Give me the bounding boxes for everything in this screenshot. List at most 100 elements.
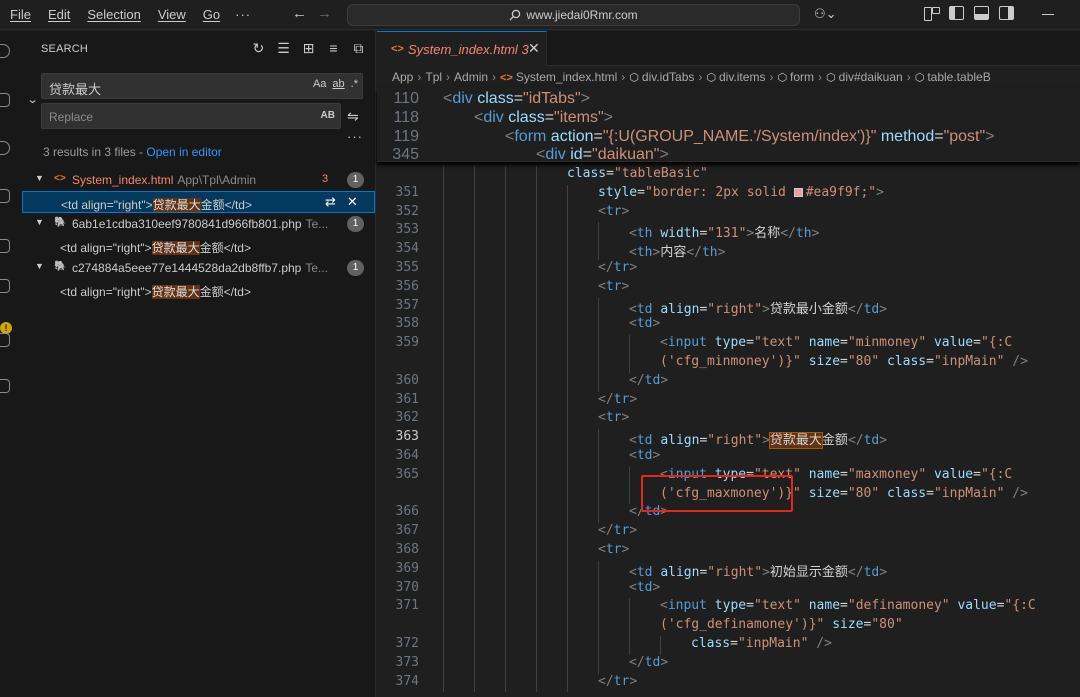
copilot-icon[interactable]: ⚇⌄ <box>814 6 837 22</box>
code-line[interactable]: 119 <form action="{:U(GROUP_NAME.'/System… <box>377 128 1080 147</box>
menu-selection[interactable]: Selection <box>87 7 140 22</box>
code-text: <input type="text" name="definamoney" va… <box>660 598 1036 614</box>
result-match-row[interactable]: <td align="right">贷款最大金额</td> <box>22 235 375 257</box>
run-debug-icon[interactable] <box>0 189 10 203</box>
remote-explorer-icon[interactable] <box>0 239 10 253</box>
code-line[interactable]: 362 <tr> <box>377 410 1080 430</box>
code-line[interactable]: 352 <tr> <box>377 203 1080 223</box>
clear-results-icon[interactable]: ☰ <box>276 40 291 57</box>
code-line[interactable]: class="tableBasic" <box>377 166 1080 185</box>
breadcrumb-item[interactable]: App <box>392 70 413 84</box>
toggle-replace-icon[interactable]: ⌄ <box>27 93 39 106</box>
line-number: 365 <box>395 466 419 482</box>
code-line[interactable]: 372 class="inpMain" /> <box>377 636 1080 655</box>
menu-go[interactable]: Go <box>203 7 220 22</box>
open-in-editor-link[interactable]: Open in editor <box>146 145 221 159</box>
collapse-all-icon[interactable]: ⧉ <box>351 40 366 57</box>
refresh-icon[interactable]: ↻ <box>251 40 266 57</box>
forward-arrow-icon[interactable]: → <box>317 5 332 22</box>
code-line[interactable]: 359 <input type="text" name="minmoney" va… <box>377 335 1080 354</box>
sticky-scroll[interactable]: 110 <div class="idTabs"> 118 <div class="it… <box>377 88 1080 165</box>
code-line[interactable]: 354 <th>内容</th> <box>377 241 1080 260</box>
result-match-row[interactable]: <td align="right">贷款最大金额</td> <box>22 279 375 301</box>
code-line[interactable]: 369 <td align="right">初始显示金额</td> <box>377 560 1080 580</box>
search-details-toggle[interactable]: ··· <box>347 129 363 144</box>
preserve-case-toggle[interactable]: AB <box>321 110 335 121</box>
containers-icon[interactable] <box>0 379 10 393</box>
code-line[interactable]: 345 <div id="daikuan"> <box>377 146 1080 165</box>
code-line[interactable]: 355 </tr> <box>377 260 1080 279</box>
breadcrumb-item[interactable]: Admin <box>454 70 488 84</box>
menu-edit[interactable]: Edit <box>48 7 70 22</box>
toggle-secondary-sidebar-icon[interactable] <box>999 6 1014 20</box>
breadcrumb-item[interactable]: form <box>790 70 814 84</box>
toggle-panel-icon[interactable] <box>974 6 989 20</box>
menu-file[interactable]: File <box>10 7 31 22</box>
search-input[interactable]: 贷款最大 Aa ab .* <box>41 73 363 99</box>
indent-guide <box>443 372 444 392</box>
match-whole-word-toggle[interactable]: ab <box>332 78 344 90</box>
back-arrow-icon[interactable]: ← <box>292 5 307 22</box>
result-file-row[interactable]: ▼ <> System_index.html App\Tpl\Admin 3 1 <box>22 169 375 191</box>
match-text: <td align="right">贷款最大金额</td> <box>60 285 251 299</box>
code-line[interactable]: 373 </td> <box>377 654 1080 674</box>
code-line[interactable]: 353 <th width="131">名称</th> <box>377 222 1080 241</box>
code-line[interactable]: 357 <td align="right">贷款最小金额</td> <box>377 297 1080 317</box>
match-case-toggle[interactable]: Aa <box>313 78 326 90</box>
menu-view[interactable]: View <box>158 7 186 22</box>
tab-system-index[interactable]: <> System_index.html 3 ✕ <box>377 31 547 66</box>
code-line[interactable]: 118 <div class="items"> <box>377 109 1080 128</box>
code-line[interactable]: 110 <div class="idTabs"> <box>377 90 1080 109</box>
testing-icon[interactable] <box>0 333 10 347</box>
code-line[interactable]: 356 <tr> <box>377 278 1080 298</box>
layout-controls <box>924 6 1014 21</box>
extensions-icon[interactable] <box>0 279 10 293</box>
code-line[interactable]: 370 <td> <box>377 579 1080 599</box>
code-line[interactable]: 361 </tr> <box>377 391 1080 411</box>
result-file-row[interactable]: ▼ 🐘 6ab1e1cdba310eef9780841d966fb801.php… <box>22 213 375 235</box>
match-count-badge: 1 <box>347 260 364 276</box>
result-match-row[interactable]: <td align="right">贷款最大金额</td> ⇄ ✕ <box>22 191 375 213</box>
indent-guide <box>505 184 506 204</box>
code-line[interactable]: 374 </tr> <box>377 673 1080 693</box>
code-line[interactable]: ('cfg_minmoney')}" size="80" class="inpM… <box>377 354 1080 373</box>
code-line[interactable]: 363 <td align="right">贷款最大金额</td> <box>377 429 1080 450</box>
indent-guide <box>536 636 537 655</box>
code-line[interactable]: 351 style="border: 2px solid #ea9f9f;"> <box>377 184 1080 204</box>
indent-guide <box>474 636 475 655</box>
breadcrumb-item[interactable]: table.tableB <box>927 70 990 84</box>
breadcrumb-item[interactable]: div.idTabs <box>642 70 694 84</box>
command-center[interactable]: www.jiedai0Rmr.com <box>347 4 800 26</box>
replace-all-icon[interactable]: ⇋ <box>347 108 359 125</box>
line-number: 373 <box>395 654 419 670</box>
element-icon: ⬡ <box>706 72 716 84</box>
color-swatch-icon[interactable] <box>793 187 803 197</box>
search-view-icon[interactable] <box>0 44 10 58</box>
dismiss-match-icon[interactable]: ✕ <box>347 194 358 210</box>
code-line[interactable]: 358 <td> <box>377 316 1080 336</box>
view-as-tree-icon[interactable]: ≡ <box>326 40 341 57</box>
customize-layout-icon[interactable] <box>924 6 940 21</box>
breadcrumb-item[interactable]: Tpl <box>425 70 442 84</box>
code-line[interactable]: ('cfg_definamoney')}" size="80" <box>377 617 1080 636</box>
code-line[interactable]: 364 <td> <box>377 448 1080 467</box>
code-line[interactable]: 360 </td> <box>377 372 1080 392</box>
breadcrumb-item[interactable]: div.items <box>719 70 765 84</box>
breadcrumb-item[interactable]: System_index.html <box>516 70 617 84</box>
minimize-window-icon[interactable] <box>1042 14 1054 15</box>
menu-more-button[interactable]: ··· <box>235 7 251 22</box>
new-search-editor-icon[interactable]: ⊞ <box>301 40 316 57</box>
code-line[interactable]: 368 <tr> <box>377 542 1080 561</box>
close-tab-icon[interactable]: ✕ <box>528 40 540 57</box>
source-control-icon[interactable] <box>0 141 10 155</box>
code-line[interactable]: 367 </tr> <box>377 523 1080 542</box>
code-line[interactable]: 371 <input type="text" name="definamoney"… <box>377 598 1080 618</box>
use-regex-toggle[interactable]: .* <box>351 78 358 90</box>
result-file-row[interactable]: ▼ 🐘 c274884a5eee77e1444528da2db8ffb7.php… <box>22 257 375 279</box>
explorer-icon[interactable] <box>0 93 10 107</box>
toggle-primary-sidebar-icon[interactable] <box>949 6 964 20</box>
indent-guide <box>505 448 506 467</box>
replace-match-icon[interactable]: ⇄ <box>325 194 336 210</box>
breadcrumb-item[interactable]: div#daikuan <box>839 70 903 84</box>
replace-input[interactable]: Replace AB <box>41 103 341 129</box>
